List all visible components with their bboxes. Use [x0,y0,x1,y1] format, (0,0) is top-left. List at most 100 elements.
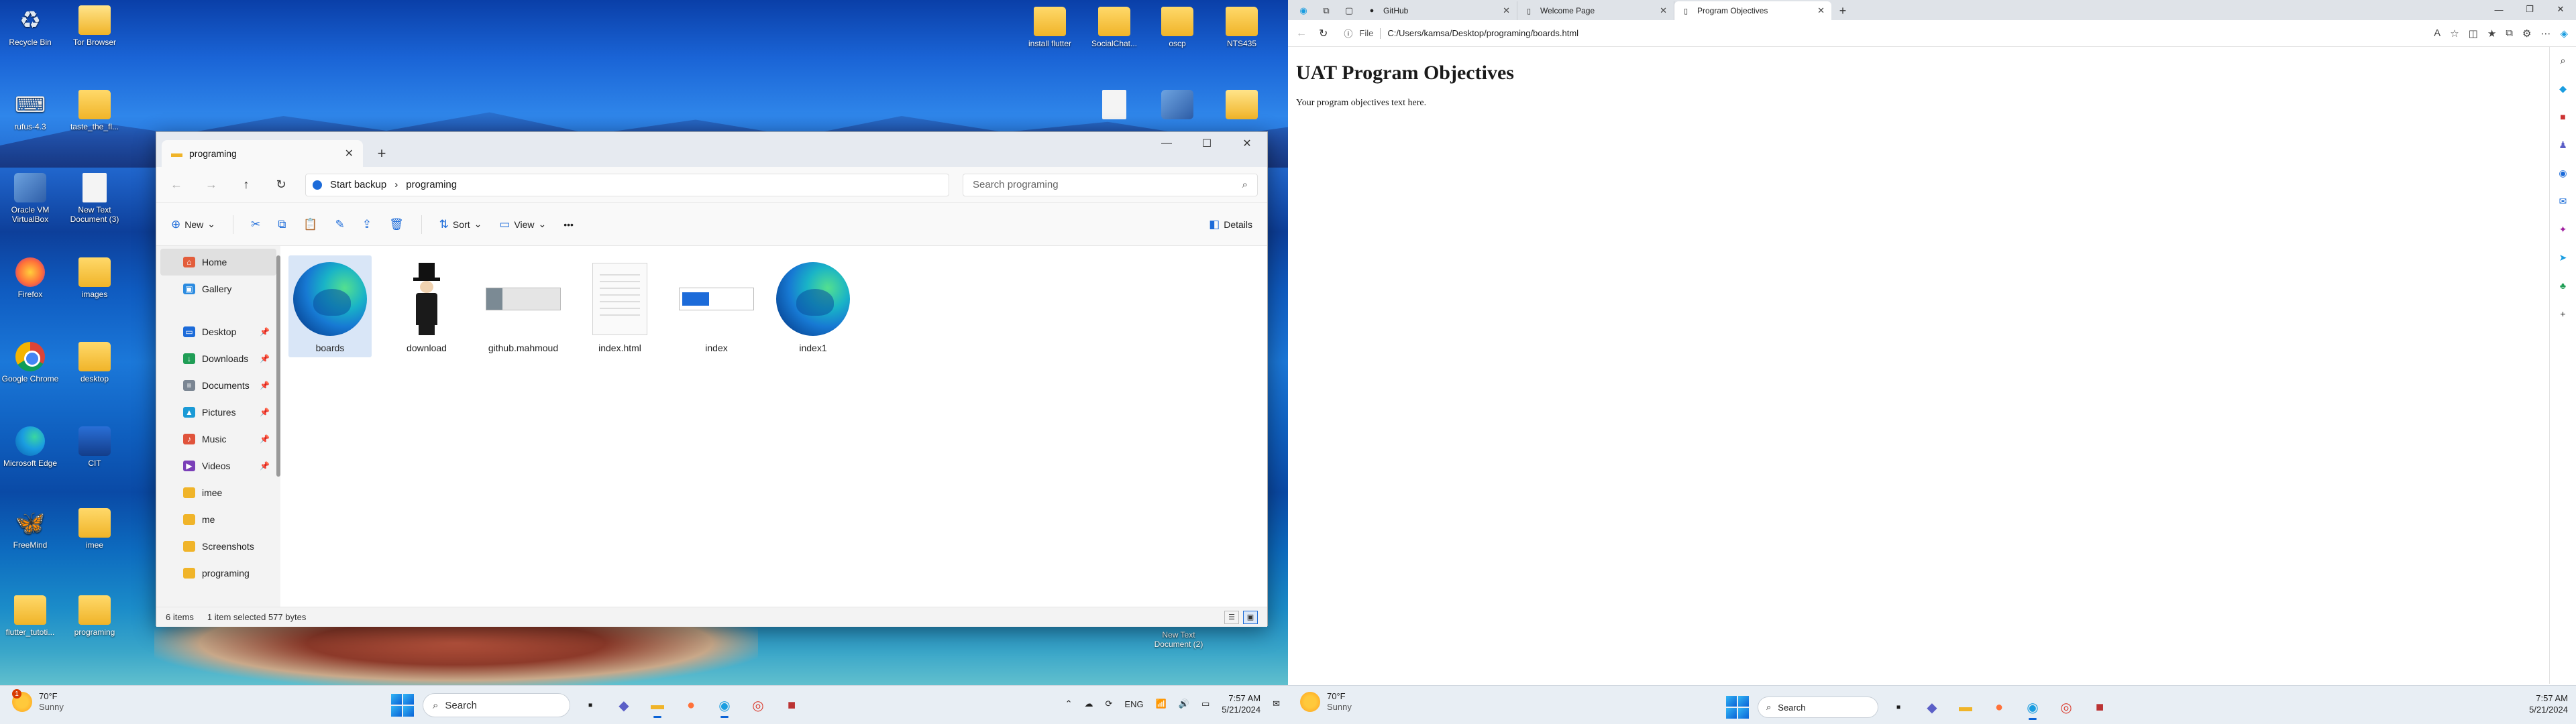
app-icon[interactable]: ■ [2086,694,2113,721]
start-button[interactable] [389,692,416,719]
cut-icon[interactable]: ✂ [251,218,260,231]
desktop-icon-rufus[interactable]: ⌨ rufus-4.3 [0,90,60,131]
copy-icon[interactable]: ⧉ [278,218,286,231]
new-tab-button[interactable]: + [1831,1,1854,20]
more-icon[interactable]: ⋯ [2540,27,2551,40]
volume-icon[interactable]: 🔊 [1179,699,1189,709]
nav-item-gallery[interactable]: ▣ Gallery [156,276,280,302]
file-item-github-mahmoud[interactable]: github.mahmoud [482,255,565,357]
new-button[interactable]: ⊕ New ⌄ [171,218,215,231]
sort-button[interactable]: ⇅ Sort ⌄ [439,218,482,231]
more-options-button[interactable]: ••• [564,219,574,230]
nav-item-pictures[interactable]: ▲ Pictures 📌 [156,399,280,426]
browser-tab-github[interactable]: ● GitHub ✕ [1360,1,1517,20]
pin-icon[interactable]: 📌 [260,354,270,363]
pin-icon[interactable]: 📌 [260,381,270,390]
back-arrow-icon[interactable]: ← [166,174,187,196]
nav-item-programing[interactable]: programing [156,560,280,587]
forward-arrow-icon[interactable]: → [201,174,222,196]
paste-icon[interactable]: 📋 [303,218,317,231]
desktop-icon-taste-the-fl[interactable]: taste_the_fl... [64,90,125,131]
app-icon[interactable]: ■ [778,692,805,719]
firefox-icon[interactable]: ● [678,692,704,719]
taskbar-search[interactable]: ⌕ Search [1758,697,1878,718]
telegram-icon[interactable]: ➤ [2557,251,2570,264]
outlook-icon[interactable]: ✉ [2557,194,2570,208]
desktop-icon-recycle-bin[interactable]: ♻ Recycle Bin [0,5,60,48]
new-tab-button[interactable]: + [370,141,394,166]
pin-icon[interactable]: 📌 [260,434,270,444]
desktop-icon-imee[interactable]: imee [64,508,125,550]
close-tab-icon[interactable]: ✕ [1660,5,1667,16]
desktop-icon-flutter-tutoti[interactable]: flutter_tutoti... [0,595,60,637]
taskbar-search[interactable]: ⌕ Search [423,693,570,717]
shopping-icon[interactable]: ◆ [2557,82,2570,95]
delete-icon[interactable]: 🗑 [389,218,404,231]
desktop-icon-tor-browser[interactable]: Tor Browser [64,5,125,47]
nav-item-downloads[interactable]: ↓ Downloads 📌 [156,345,280,372]
edge-icon[interactable]: ◉ [711,692,738,719]
desktop-icon-socialchat[interactable]: SocialChat... [1084,7,1144,48]
close-tab-icon[interactable]: ✕ [1503,5,1510,16]
restore-button[interactable]: ❐ [2514,0,2545,19]
refresh-icon[interactable]: ↻ [270,174,292,196]
tools-icon[interactable]: ■ [2557,110,2570,123]
favorite-star-icon[interactable]: ☆ [2450,27,2459,40]
details-view-icon[interactable]: ☰ [1224,610,1239,624]
copilot-icon[interactable]: ◈ [2560,27,2568,40]
weather-widget[interactable]: 1 70°F Sunny [12,689,64,713]
view-button[interactable]: ▭ View ⌄ [499,218,546,231]
collections-icon[interactable]: ⧉ [2506,27,2513,40]
extensions-icon[interactable]: ⚙ [2522,27,2531,40]
clock[interactable]: 7:57 AM 5/21/2024 [2529,692,2568,715]
weather-widget[interactable]: 70°F Sunny [1300,691,1352,713]
maximize-button[interactable]: ☐ [1187,132,1227,155]
chrome-icon[interactable]: ◎ [745,692,771,719]
rename-icon[interactable]: ✎ [335,218,345,231]
desktop-icon-virtualbox[interactable]: Oracle VM VirtualBox [0,173,60,224]
file-item-download[interactable]: download [385,255,468,357]
cloud-icon[interactable]: ☁ [1085,699,1093,709]
minimize-button[interactable]: — [2483,0,2514,19]
desktop-icon-nts435[interactable]: NTS435 [1212,7,1272,48]
desktop-icon-firefox[interactable]: Firefox [0,257,60,299]
back-arrow-icon[interactable]: ← [1296,27,1307,40]
file-item-boards[interactable]: boards [288,255,372,357]
desktop-icon-unnamed-archive[interactable] [1212,90,1272,122]
desktop-icon-desktop-folder[interactable]: desktop [64,342,125,383]
pin-icon[interactable]: 📌 [260,408,270,417]
start-backup-link[interactable]: Start backup [330,179,386,190]
file-item-index-html[interactable]: index.html [578,255,661,357]
task-view-icon[interactable]: ▪ [1885,694,1912,721]
close-window-button[interactable]: ✕ [2545,0,2576,19]
games-icon[interactable]: ♟ [2557,138,2570,152]
wifi-icon[interactable]: 📶 [1156,699,1167,709]
share-icon[interactable]: ⇪ [362,218,372,231]
refresh-icon[interactable]: ↻ [1319,27,1328,40]
address-bar[interactable]: ⓘ File C:/Users/kamsa/Desktop/programing… [1340,23,2346,44]
teams-icon[interactable]: ◆ [610,692,637,719]
desktop-icon-microsoft-edge[interactable]: Microsoft Edge [0,426,60,468]
workspaces-icon[interactable]: ⧉ [1315,1,1338,20]
explorer-tab[interactable]: ▬ programing ✕ [162,140,363,167]
url-text[interactable]: C:/Users/kamsa/Desktop/programing/boards… [1387,28,1578,38]
edge-logo-icon[interactable]: ◉ [1292,1,1315,20]
sync-icon[interactable]: ⟳ [1106,699,1113,709]
task-view-icon[interactable]: ▪ [577,692,604,719]
desktop-icon-oscp[interactable]: oscp [1147,7,1208,48]
browser-tab-welcome-page[interactable]: ▯ Welcome Page ✕ [1517,1,1674,20]
clock[interactable]: 7:57 AM 5/21/2024 [1222,692,1260,715]
tab-actions-icon[interactable]: ▢ [1338,1,1360,20]
desktop-icon-google-chrome[interactable]: Google Chrome [0,342,60,383]
nav-item-imee[interactable]: imee [156,479,280,506]
desktop-icon-new-text-document-3[interactable]: New Text Document (3) [64,173,125,224]
read-aloud-icon[interactable]: A [2434,27,2440,40]
desktop-icon-unnamed-file[interactable] [1084,90,1144,122]
minimize-button[interactable]: — [1146,132,1187,155]
close-window-button[interactable]: ✕ [1227,132,1267,155]
breadcrumb[interactable]: Start backup › programing [305,173,949,196]
browser-tab-program-objectives[interactable]: ▯ Program Objectives ✕ [1674,1,1831,20]
breadcrumb-path[interactable]: programing [406,179,457,190]
nav-item-videos[interactable]: ▶ Videos 📌 [156,452,280,479]
language-indicator[interactable]: ENG [1124,699,1143,709]
